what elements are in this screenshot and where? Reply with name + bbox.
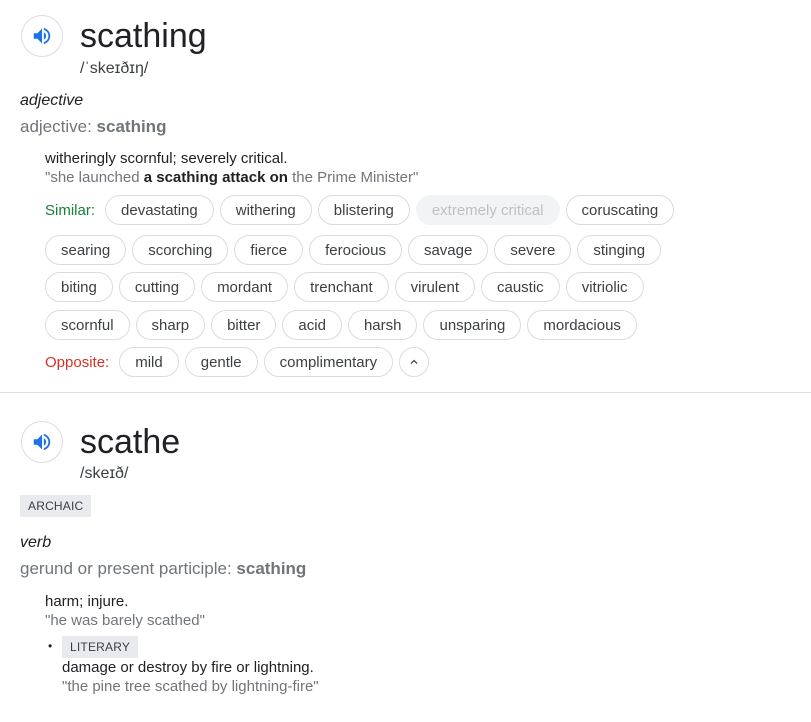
- synonym-chip[interactable]: withering: [219, 195, 312, 225]
- antonym-chip[interactable]: mild: [119, 347, 179, 377]
- synonym-chip[interactable]: sharp: [135, 310, 206, 340]
- opposite-label: Opposite:: [45, 353, 110, 371]
- definition: witheringly scornful; severely critical.: [45, 150, 288, 167]
- synonym-chip[interactable]: biting: [45, 272, 113, 302]
- chevron-up-icon: [410, 359, 418, 364]
- headword: scathing: [80, 17, 207, 55]
- synonym-chip[interactable]: virulent: [394, 272, 475, 302]
- phonetic: /skeɪð/: [80, 465, 129, 482]
- synonym-chip[interactable]: bitter: [211, 310, 277, 340]
- word-form-label: gerund or present participle:: [20, 559, 237, 578]
- synonym-chip[interactable]: blistering: [317, 195, 410, 225]
- phonetic: /ˈskeɪðɪŋ/: [80, 60, 149, 77]
- opposite-row: Opposite: mild gentle complimentary: [45, 347, 430, 377]
- synonym-chip[interactable]: coruscating: [565, 195, 675, 225]
- antonym-chip[interactable]: gentle: [184, 347, 258, 377]
- similar-row-3: biting cutting mordant trenchant virulen…: [45, 272, 644, 302]
- antonym-chip[interactable]: complimentary: [263, 347, 394, 377]
- word-form: adjective: scathing: [20, 117, 166, 137]
- similar-row-1: Similar: devastating withering blisterin…: [45, 195, 675, 225]
- synonym-chip[interactable]: mordacious: [527, 310, 637, 340]
- example: "he was barely scathed": [45, 612, 205, 629]
- similar-label: Similar:: [45, 201, 96, 219]
- synonym-chip[interactable]: savage: [407, 235, 489, 265]
- pronounce-button-scathe[interactable]: [21, 421, 63, 463]
- speaker-icon: [33, 433, 51, 451]
- synonym-chip[interactable]: fierce: [234, 235, 304, 265]
- synonym-chip-disabled: extremely critical: [415, 195, 560, 225]
- part-of-speech: adjective: [20, 92, 84, 109]
- synonym-chip[interactable]: stinging: [577, 235, 662, 265]
- list-bullet: •: [48, 639, 53, 653]
- similar-row-2: searing scorching fierce ferocious savag…: [45, 235, 662, 265]
- synonym-chip[interactable]: searing: [45, 235, 127, 265]
- register-tag: ARCHAIC: [20, 495, 92, 517]
- synonym-chip[interactable]: severe: [494, 235, 572, 265]
- synonym-chip[interactable]: unsparing: [423, 310, 522, 340]
- similar-row-4: scornful sharp bitter acid harsh unspari…: [45, 310, 637, 340]
- pronounce-button-scathing[interactable]: [21, 15, 63, 57]
- word-form: gerund or present participle: scathing: [20, 559, 306, 579]
- synonym-chip[interactable]: cutting: [118, 272, 196, 302]
- example: "she launched a scathing attack on the P…: [45, 169, 418, 186]
- synonym-chip[interactable]: harsh: [347, 310, 418, 340]
- register-tag: LITERARY: [62, 636, 139, 658]
- word-form-value: scathing: [236, 559, 307, 578]
- synonym-chip[interactable]: mordant: [201, 272, 289, 302]
- synonym-chip[interactable]: devastating: [105, 195, 214, 225]
- synonym-chip[interactable]: vitriolic: [565, 272, 644, 302]
- speaker-icon: [33, 27, 51, 45]
- word-form-label: adjective:: [20, 117, 97, 136]
- synonym-chip[interactable]: ferocious: [309, 235, 402, 265]
- example-text: the Prime Minister": [287, 169, 419, 186]
- synonym-chip[interactable]: trenchant: [294, 272, 389, 302]
- definition: harm; injure.: [45, 593, 129, 610]
- example-text: "she launched: [45, 169, 144, 186]
- part-of-speech: verb: [20, 534, 52, 551]
- synonym-chip[interactable]: scorching: [132, 235, 229, 265]
- definition: damage or destroy by fire or lightning.: [62, 659, 314, 676]
- word-form-value: scathing: [96, 117, 167, 136]
- example: "the pine tree scathed by lightning-fire…: [62, 678, 319, 695]
- collapse-synonyms-button[interactable]: [399, 347, 430, 377]
- synonym-chip[interactable]: caustic: [481, 272, 560, 302]
- entry-divider: [0, 392, 811, 393]
- synonym-chip[interactable]: scornful: [45, 310, 130, 340]
- synonym-chip[interactable]: acid: [282, 310, 342, 340]
- headword: scathe: [80, 423, 181, 461]
- example-highlight: a scathing attack on: [143, 169, 288, 186]
